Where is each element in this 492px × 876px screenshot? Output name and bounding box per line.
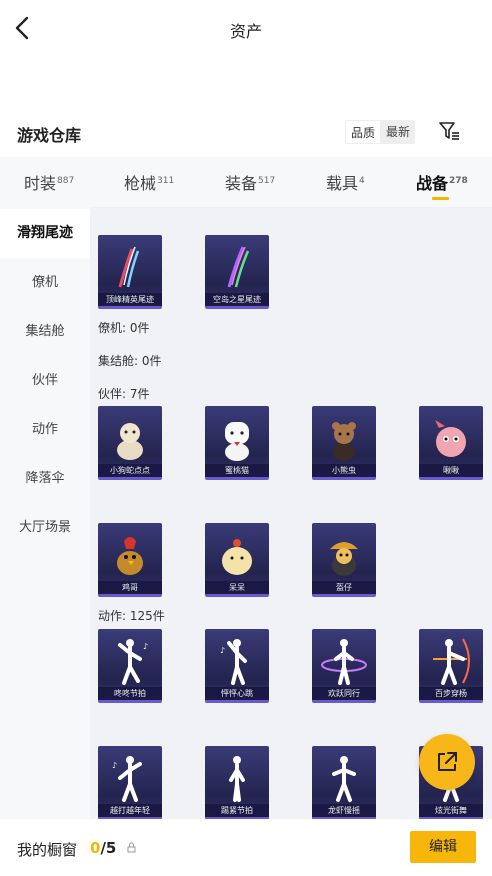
sort-quality-button[interactable]: 品质: [345, 120, 382, 144]
filter-icon[interactable]: [438, 120, 460, 142]
active-tab-indicator: [432, 197, 449, 200]
share-fab-button[interactable]: [419, 734, 475, 790]
item-card[interactable]: 鸡哥: [98, 523, 162, 597]
showcase-bar: 我的橱窗 0/5 编辑: [0, 819, 492, 876]
sidebar-item-partner[interactable]: 伙伴: [0, 356, 90, 405]
item-card[interactable]: 空岛之星尾迹: [205, 235, 269, 309]
category-tabs: 时装887 枪械311 装备517 载具4 战备278: [0, 157, 492, 207]
item-card[interactable]: ♪ 越打越年轻: [98, 746, 162, 819]
sidebar-item-emote[interactable]: 动作: [0, 405, 90, 454]
item-card[interactable]: ♪ 怦怦心跳: [205, 629, 269, 703]
item-card[interactable]: 顶峰精英尾迹: [98, 235, 162, 309]
tab-fashion[interactable]: 时装887: [24, 170, 74, 194]
section-wingman-count: 僚机: 0件: [98, 321, 150, 335]
page-title: 资产: [229, 22, 262, 41]
item-card[interactable]: 小熊虫: [312, 406, 376, 480]
item-label: 炫光街舞: [419, 804, 483, 817]
item-label: 怦怦心跳: [205, 687, 269, 700]
edit-button[interactable]: 编辑: [410, 831, 476, 863]
tab-vehicles[interactable]: 载具4: [326, 170, 365, 194]
svg-text:♪: ♪: [220, 646, 225, 655]
lock-icon: [127, 842, 136, 853]
item-label: 小狗蛇点点: [98, 464, 162, 477]
item-label: 蜜桃猫: [205, 464, 269, 477]
external-link-icon: [438, 752, 457, 771]
item-label: 越打越年轻: [98, 804, 162, 817]
item-label: 啾啾: [419, 464, 483, 477]
sidebar: 滑翔尾迹 僚机 集结舱 伙伴 动作 降落伞 大厅场景: [0, 207, 90, 819]
item-label: 盔仔: [312, 581, 376, 594]
item-label: 咚咚节拍: [98, 687, 162, 700]
item-label: 龙虾慢摇: [312, 804, 376, 817]
item-card[interactable]: 踢紧节拍: [205, 746, 269, 819]
item-card[interactable]: 龙虾慢摇: [312, 746, 376, 819]
item-label: 小熊虫: [312, 464, 376, 477]
sidebar-item-parachute[interactable]: 降落伞: [0, 454, 90, 503]
item-card[interactable]: 百步穿杨: [419, 629, 483, 703]
top-bar: 资产: [0, 0, 492, 58]
tab-battle-prep[interactable]: 战备278: [416, 170, 468, 200]
svg-text:♪: ♪: [143, 642, 148, 651]
tab-equipment[interactable]: 装备517: [225, 170, 275, 194]
item-card[interactable]: 蜜桃猫: [205, 406, 269, 480]
item-card[interactable]: 呆呆: [205, 523, 269, 597]
item-label: 欢跃同行: [312, 687, 376, 700]
sort-toggle: 品质 最新: [345, 120, 416, 144]
item-label: 踢紧节拍: [205, 804, 269, 817]
item-grid: 顶峰精英尾迹 空岛之星尾迹 僚机: 0件 集结舱: 0件 伙伴: 7件 小狗蛇点…: [90, 207, 492, 819]
svg-text:♪: ♪: [112, 761, 117, 770]
sidebar-item-pod[interactable]: 集结舱: [0, 307, 90, 356]
item-label: 顶峰精英尾迹: [98, 293, 162, 306]
warehouse-title: 游戏仓库: [17, 126, 82, 145]
sidebar-item-lobby-scene[interactable]: 大厅场景: [0, 503, 90, 552]
item-label: 百步穿杨: [419, 687, 483, 700]
item-card[interactable]: ♪ 咚咚节拍: [98, 629, 162, 703]
item-card[interactable]: 小狗蛇点点: [98, 406, 162, 480]
item-card[interactable]: 啾啾: [419, 406, 483, 480]
item-label: 空岛之星尾迹: [205, 293, 269, 306]
showcase-label: 我的橱窗: [17, 841, 78, 859]
item-label: 呆呆: [205, 581, 269, 594]
item-card[interactable]: 盔仔: [312, 523, 376, 597]
sort-latest-button[interactable]: 最新: [381, 120, 416, 144]
sidebar-item-glide-trail[interactable]: 滑翔尾迹: [0, 209, 90, 258]
section-pod-count: 集结舱: 0件: [98, 354, 162, 368]
item-label: 鸡哥: [98, 581, 162, 594]
section-emote-count: 动作: 125件: [98, 609, 165, 623]
item-card[interactable]: 欢跃同行: [312, 629, 376, 703]
tab-guns[interactable]: 枪械311: [124, 170, 174, 194]
showcase-count: 0/5: [90, 839, 117, 857]
sidebar-item-wingman[interactable]: 僚机: [0, 258, 90, 307]
section-partner-count: 伙伴: 7件: [98, 387, 150, 401]
